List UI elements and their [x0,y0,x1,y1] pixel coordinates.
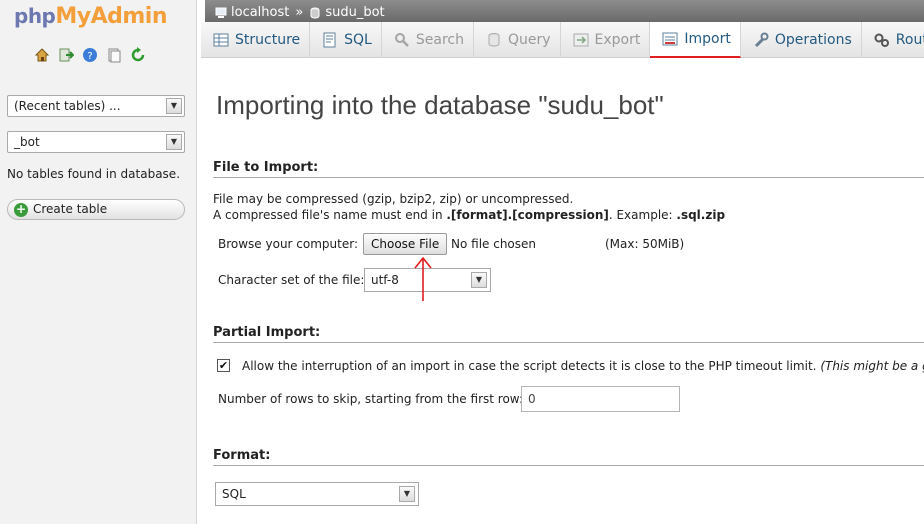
allow-interrupt-text: Allow the interruption of an import in c… [242,359,817,373]
tab-label: Operations [774,32,852,48]
tab-import[interactable]: Import [650,22,741,58]
create-table-button[interactable]: + Create table [7,199,185,220]
database-select[interactable]: _bot ▼ [7,131,185,153]
recent-tables-select[interactable]: (Recent tables) ... ▼ [7,95,185,117]
chevron-down-icon: ▼ [471,272,487,288]
logo-php-text: php [14,4,56,28]
tab-operations[interactable]: Operations [741,22,862,58]
routines-icon [874,33,889,47]
no-tables-message: No tables found in database. [7,167,181,181]
structure-icon [213,33,229,47]
database-icon [310,7,320,18]
compressed-name-format: .[format].[compression] [446,208,609,222]
format-heading: Format: [213,448,924,466]
svg-text:?: ? [87,51,92,62]
tab-label: Import [684,31,731,47]
skip-rows-input[interactable]: 0 [521,386,680,412]
chevron-down-icon: ▼ [166,134,182,150]
breadcrumb-database[interactable]: sudu_bot [325,5,384,20]
tab-label: Search [415,32,464,48]
partial-import-heading: Partial Import: [213,325,924,343]
search-icon [394,33,409,47]
browse-label: Browse your computer: [218,237,359,251]
compressed-name-prefix: A compressed file's name must end in [213,208,447,222]
add-icon: + [14,202,28,217]
sql-icon [323,32,336,48]
logo-myadmin-text: MyAdmin [55,4,168,29]
max-size-label: (Max: 50MiB) [605,237,685,251]
tab-structure[interactable]: Structure [201,22,311,58]
compression-info: File may be compressed (gzip, bzip2, zip… [213,192,574,206]
create-table-label: Create table [33,202,108,216]
annotation-arrow-icon [414,256,432,301]
tab-label: SQL [344,32,372,48]
recent-tables-value: (Recent tables) ... [14,99,121,113]
example-label: . Example: [608,208,677,222]
help-icon[interactable]: ? [82,47,98,63]
example-value: .sql.zip [676,208,726,222]
export-icon [573,33,589,47]
main-content: Importing into the database "sudu_bot" F… [198,58,924,524]
home-icon[interactable] [34,47,50,63]
choose-file-button[interactable]: Choose File [363,233,448,255]
compressed-name-info: A compressed file's name must end in .[f… [213,208,725,222]
phpmyadmin-logo[interactable]: phpMyAdmin [14,4,168,29]
tab-routines[interactable]: Routines [862,22,924,58]
file-to-import-heading: File to Import: [213,160,924,178]
charset-label: Character set of the file: [218,273,365,287]
skip-rows-label: Number of rows to skip, starting from th… [218,392,523,406]
docs-icon[interactable] [106,47,122,63]
tab-sql[interactable]: SQL [310,22,382,58]
allow-interrupt-label: Allow the interruption of an import in c… [242,359,924,373]
page-title: Importing into the database "sudu_bot" [216,90,664,120]
import-icon [662,32,678,46]
logout-icon[interactable] [58,47,74,63]
tab-export[interactable]: Export [561,22,651,58]
allow-interrupt-note: (This might be a good [820,359,924,373]
server-icon [215,7,227,18]
chevron-down-icon: ▼ [166,98,182,114]
format-value: SQL [222,487,246,501]
database-select-value: _bot [14,135,40,149]
breadcrumb: localhost » sudu_bot [205,0,924,22]
tab-label: Structure [235,32,301,48]
charset-value: utf-8 [371,273,399,287]
breadcrumb-separator: » [295,5,304,20]
tab-label: Query [507,32,551,48]
query-icon [488,33,500,47]
tab-search[interactable]: Search [382,22,474,58]
tab-label: Export [594,32,641,48]
reload-icon[interactable] [130,47,146,63]
no-file-chosen: No file chosen [451,237,537,251]
navigation-sidebar: phpMyAdmin ? (Recent tables) ... ▼ _bot … [0,0,197,524]
tab-query[interactable]: Query [474,22,561,58]
allow-interrupt-checkbox[interactable]: ✔ [217,359,230,372]
quick-icons-bar: ? [34,47,146,63]
format-select[interactable]: SQL ▼ [215,482,419,506]
tab-bar: Structure SQL Search Query Export Import… [201,22,924,58]
chevron-down-icon: ▼ [399,486,415,502]
breadcrumb-server[interactable]: localhost [231,5,289,20]
wrench-icon [754,32,769,48]
tab-label: Routines [895,32,924,48]
